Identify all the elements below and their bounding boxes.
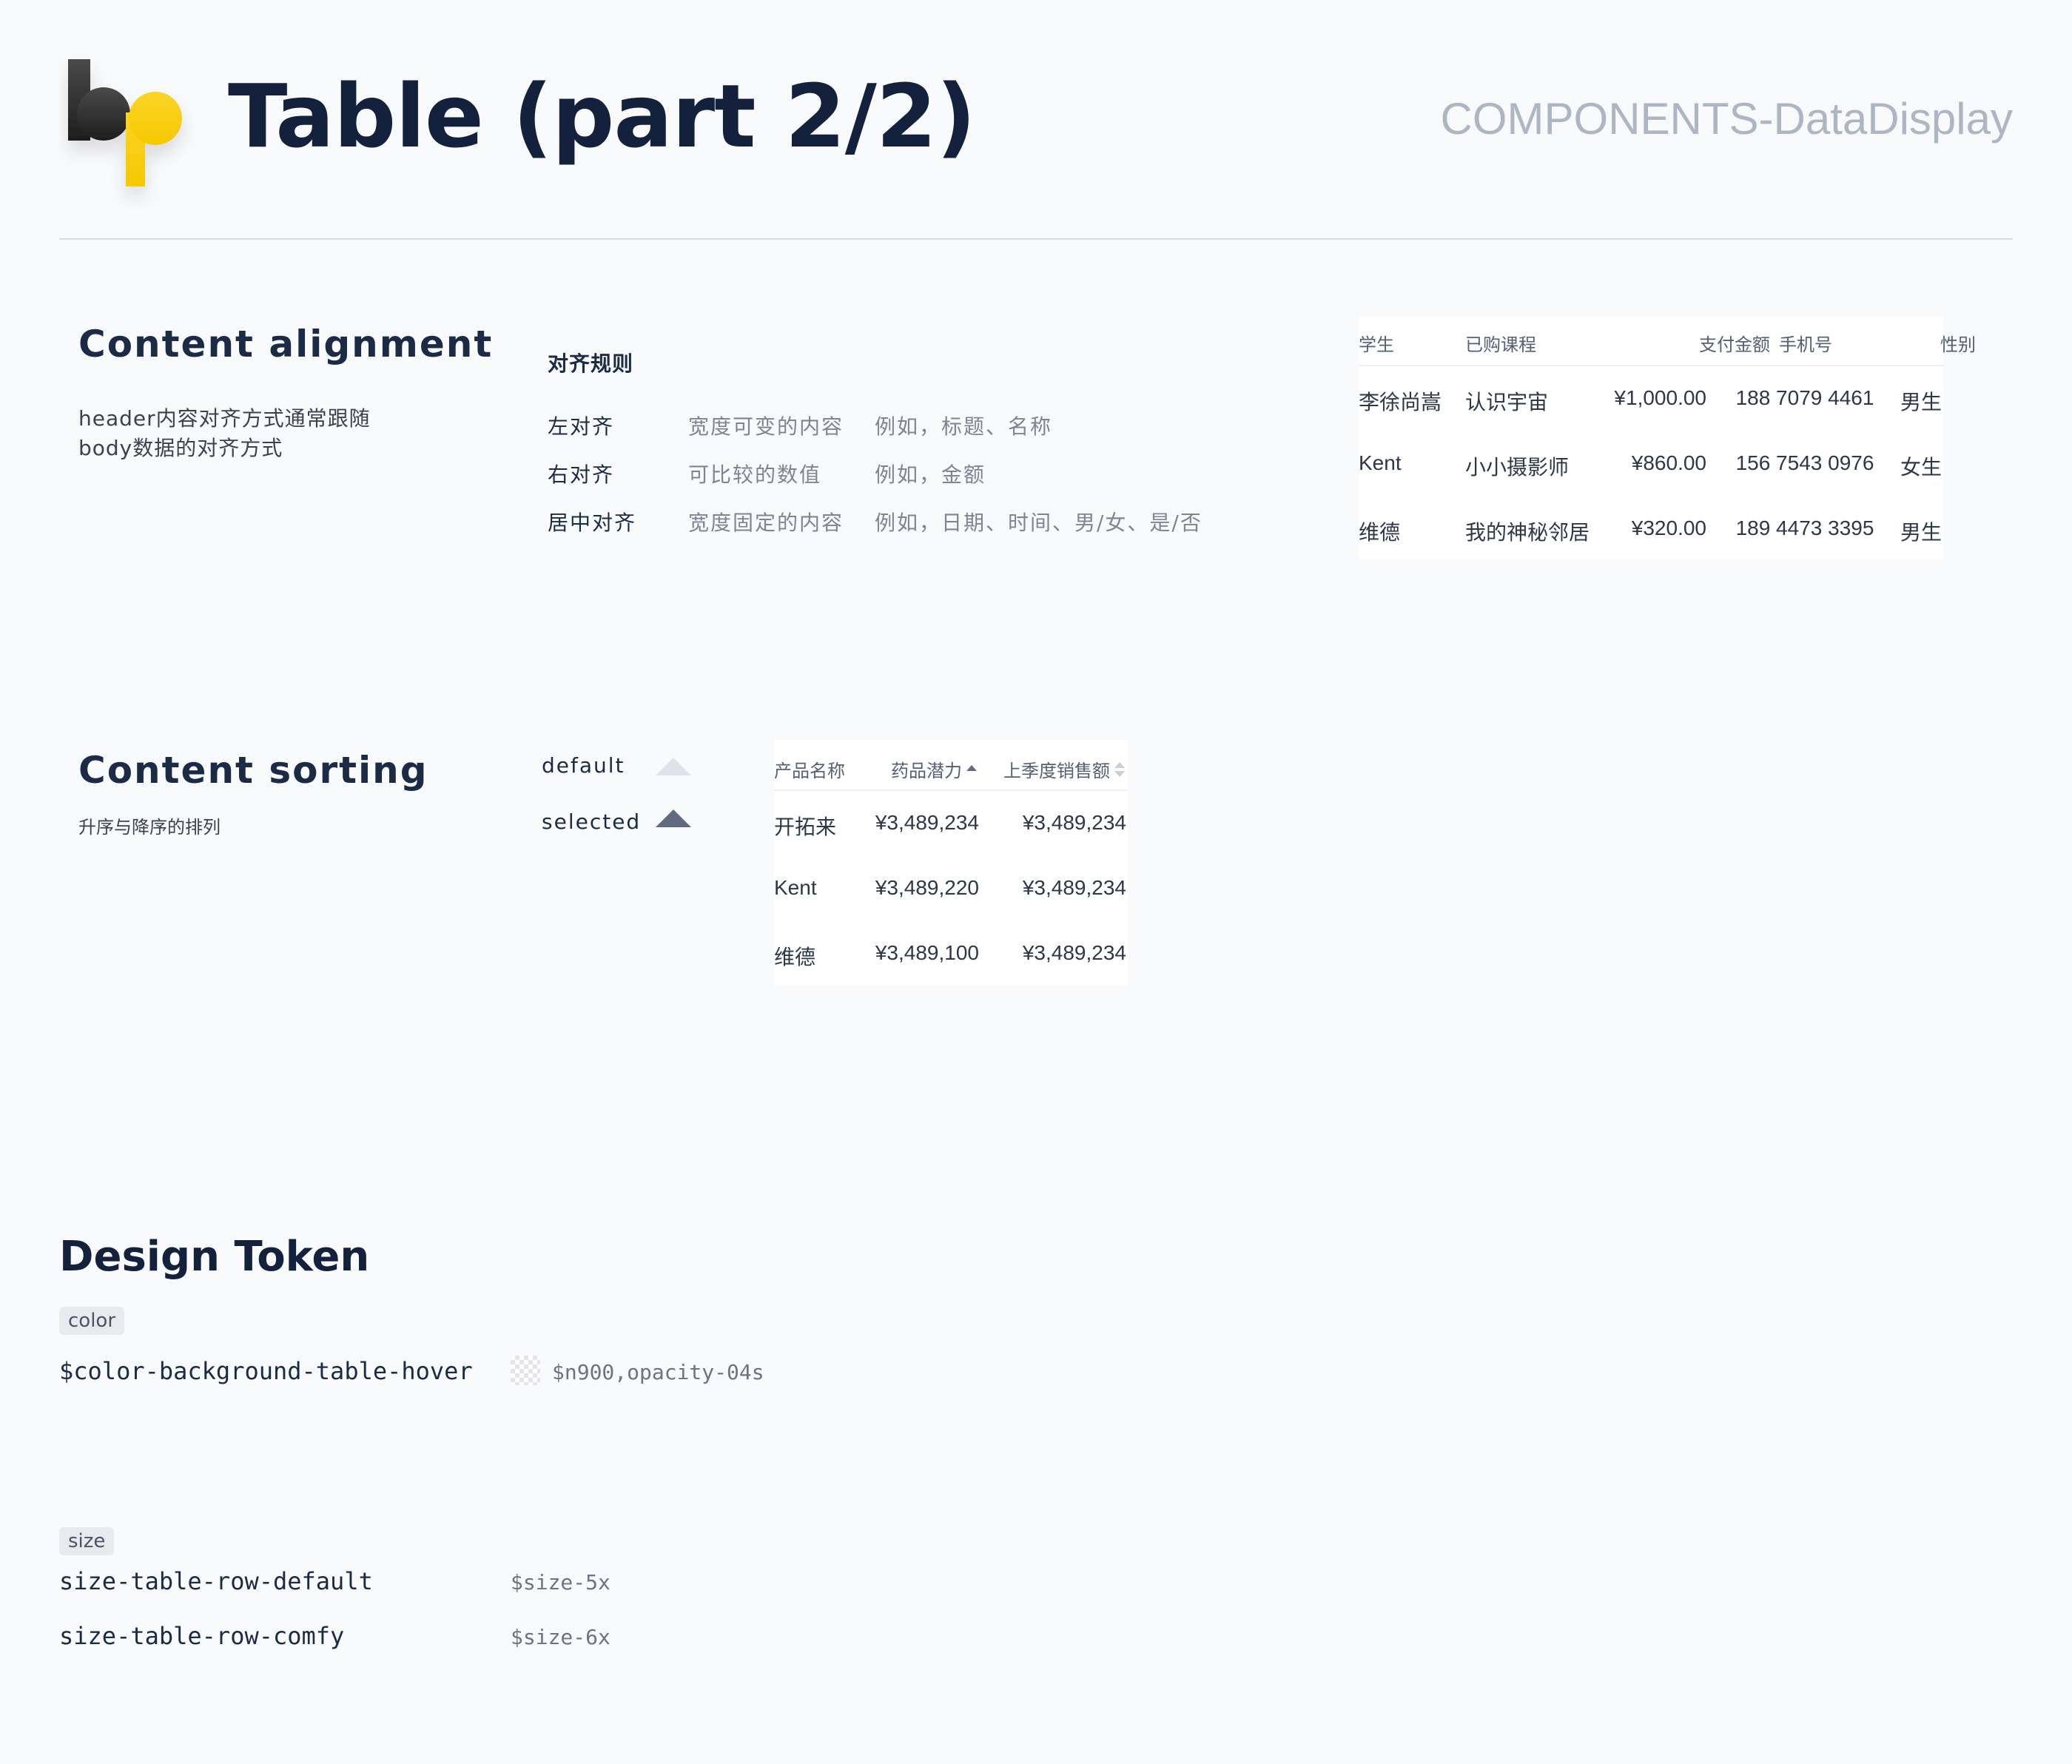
column-header-gender[interactable]: 性别 xyxy=(1940,330,1976,356)
token-value: $size-5x xyxy=(511,1570,610,1595)
table-header-divider xyxy=(774,790,1128,791)
token-value: $n900,opacity-04s xyxy=(552,1360,764,1384)
column-header-student[interactable]: 学生 xyxy=(1359,330,1394,356)
alignment-title: Content alignment xyxy=(78,323,494,366)
table-cell: 188 7079 4461 xyxy=(1735,386,1874,409)
rule-example: 例如，日期、时间、男/女、是/否 xyxy=(875,511,1202,535)
column-header-product[interactable]: 产品名称 xyxy=(774,756,845,782)
sort-caret-icon[interactable] xyxy=(1114,762,1125,777)
table-cell: ¥3,489,234 xyxy=(1022,941,1126,964)
table-cell: ¥3,489,220 xyxy=(875,876,979,899)
table-cell: 女生 xyxy=(1900,456,1942,479)
column-header-amount[interactable]: 支付金额 xyxy=(1699,330,1770,356)
rule-row: 居中对齐 宽度固定的内容 例如，日期、时间、男/女、是/否 xyxy=(548,507,1214,536)
table-cell: 156 7543 0976 xyxy=(1735,451,1874,474)
category-label: COMPONENTS-DataDisplay xyxy=(1440,94,2013,144)
column-header-potential-label: 药品潜力 xyxy=(891,761,962,781)
table-cell: 男生 xyxy=(1900,391,1942,414)
table-cell: 我的神秘邻居 xyxy=(1465,521,1590,544)
rule-row: 右对齐 可比较的数值 例如，金额 xyxy=(548,459,1214,488)
rule-desc: 宽度固定的内容 xyxy=(688,511,844,535)
table-cell: 小小摄影师 xyxy=(1465,456,1570,479)
alignment-desc-line1: header内容对齐方式通常跟随 xyxy=(78,406,371,431)
token-name: size-table-row-comfy xyxy=(59,1622,345,1650)
page-title: Table (part 2/2) xyxy=(228,65,976,167)
table-cell: ¥3,489,234 xyxy=(875,811,979,834)
alignment-desc-line2: body数据的对齐方式 xyxy=(78,436,283,460)
sort-selected-label: selected xyxy=(542,809,642,834)
column-header-sales[interactable]: 上季度销售额 xyxy=(1003,756,1125,782)
table-cell: 李徐尚嵩 xyxy=(1359,391,1442,414)
table-cell: ¥860.00 xyxy=(1631,451,1706,474)
design-token-title: Design Token xyxy=(59,1233,370,1281)
sorting-desc: 升序与降序的排列 xyxy=(78,817,221,838)
table-header-divider xyxy=(1359,365,1943,366)
table-cell: Kent xyxy=(774,876,817,899)
color-chip: color xyxy=(59,1307,125,1335)
bp-logo-icon xyxy=(59,53,207,209)
table-cell: ¥3,489,234 xyxy=(1022,811,1126,834)
table-cell: 开拓来 xyxy=(774,815,837,838)
header-divider xyxy=(59,238,2013,240)
table-cell: Kent xyxy=(1359,451,1402,474)
rule-name: 居中对齐 xyxy=(548,511,637,535)
token-name: $color-background-table-hover xyxy=(59,1357,473,1385)
sort-default-label: default xyxy=(542,753,625,778)
rule-desc: 可比较的数值 xyxy=(688,462,822,487)
column-header-phone[interactable]: 手机号 xyxy=(1779,330,1832,356)
table-cell: 男生 xyxy=(1900,521,1942,544)
rule-name: 左对齐 xyxy=(548,414,615,439)
table-cell: ¥1,000.00 xyxy=(1614,386,1706,409)
color-swatch xyxy=(511,1356,540,1385)
sort-default-icon xyxy=(656,758,691,775)
table-cell: ¥3,489,100 xyxy=(875,941,979,964)
table-cell: 189 4473 3395 xyxy=(1735,516,1874,539)
column-header-potential[interactable]: 药品潜力 xyxy=(891,756,977,782)
rule-desc: 宽度可变的内容 xyxy=(688,414,844,439)
rule-example: 例如，标题、名称 xyxy=(875,414,1053,439)
rule-row: 左对齐 宽度可变的内容 例如，标题、名称 xyxy=(548,411,1214,440)
table-cell: ¥320.00 xyxy=(1631,516,1706,539)
table-cell: 维德 xyxy=(1359,521,1401,544)
sorting-title: Content sorting xyxy=(78,749,428,792)
sort-asc-icon[interactable] xyxy=(966,765,977,771)
sort-selected-icon xyxy=(656,809,691,827)
size-chip: size xyxy=(59,1527,115,1555)
token-value: $size-6x xyxy=(511,1625,610,1649)
table-cell: ¥3,489,234 xyxy=(1022,876,1126,899)
table-cell: 认识宇宙 xyxy=(1465,391,1549,414)
table-cell: 维德 xyxy=(774,946,816,969)
column-header-course[interactable]: 已购课程 xyxy=(1465,330,1536,356)
rules-heading: 对齐规则 xyxy=(548,351,634,376)
column-header-sales-label: 上季度销售额 xyxy=(1003,761,1110,781)
rule-example: 例如，金额 xyxy=(875,462,986,487)
rule-name: 右对齐 xyxy=(548,462,615,487)
token-name: size-table-row-default xyxy=(59,1567,373,1595)
